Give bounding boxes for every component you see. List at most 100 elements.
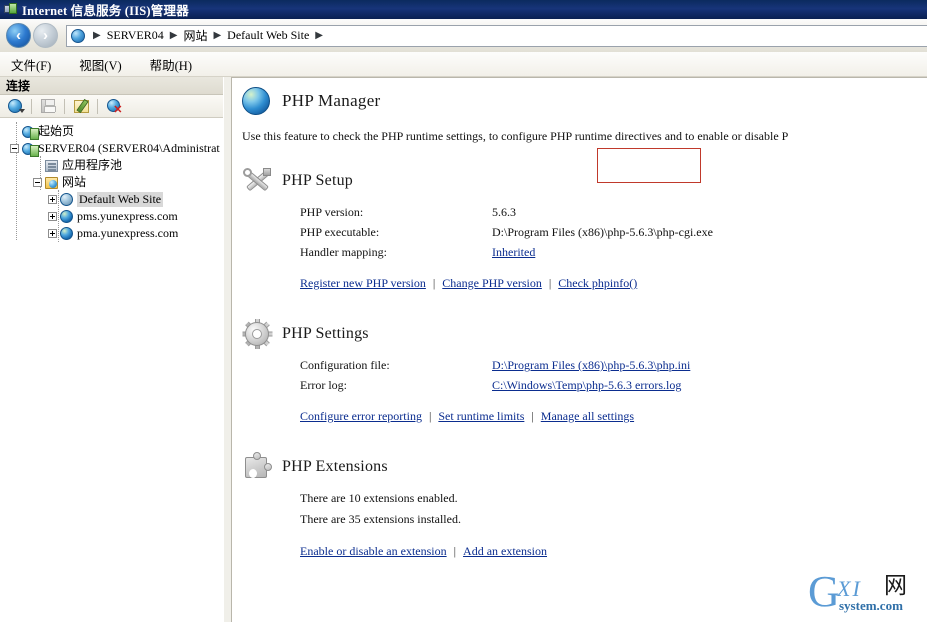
register-new-php-version-link[interactable]: Register new PHP version [300,276,426,291]
title-bar: Internet 信息服务 (IIS)管理器 [0,0,927,19]
expand-pms-site-icon[interactable] [48,212,57,221]
php-manager-panel: PHP Manager Use this feature to check th… [231,77,927,622]
link-divider-3: | [428,409,432,423]
php-settings-rows: Configuration file: D:\Program Files (x8… [300,358,927,398]
extensions-installed-text: There are 35 extensions installed. [300,512,461,526]
window-title: Internet 信息服务 (IIS)管理器 [22,4,189,18]
row-handler-mapping: Handler mapping: Inherited [300,245,927,265]
expand-pma-site-icon[interactable] [48,229,57,238]
tools-icon [242,166,272,196]
check-phpinfo-link[interactable]: Check phpinfo() [558,276,637,291]
connect-to-button[interactable] [5,97,25,116]
link-divider-5: | [453,544,457,558]
menu-view[interactable]: 视图(V) [76,53,124,76]
configuration-file-link[interactable]: D:\Program Files (x86)\php-5.6.3\php.ini [492,358,690,373]
expand-default-web-site-icon[interactable] [48,195,57,204]
php-settings-links: Configure error reporting | Set runtime … [300,409,927,424]
handler-mapping-label: Handler mapping: [300,245,387,259]
collapse-server-icon[interactable] [10,144,19,153]
tree-item-sites-label: 网站 [62,175,87,189]
edit-icon [73,99,89,113]
globe-disconnect-icon: ✕ [106,98,123,115]
feature-description: Use this feature to check the PHP runtim… [242,129,789,143]
php-extensions-header: PHP Extensions [242,452,927,482]
extensions-enabled-text: There are 10 extensions enabled. [300,491,458,505]
breadcrumb-item-default-web-site[interactable]: Default Web Site [227,28,309,43]
php-settings-header: PHP Settings [242,319,927,349]
row-php-version: PHP version: 5.6.3 [300,205,927,225]
php-extensions-links: Enable or disable an extension | Add an … [300,544,927,559]
iis-icon [3,2,18,17]
tree-item-sites[interactable]: 网站 [0,174,223,191]
manage-all-settings-link[interactable]: Manage all settings [541,409,634,424]
link-divider-4: | [531,409,534,423]
php-extensions-section: PHP Extensions There are 10 extensions e… [232,452,927,559]
connections-pane: 连接 ✕ 起始页 SERVER04 (SERVER04\Administrat … [0,77,224,622]
watermark-cn: 网 [884,573,907,598]
watermark-domain: system.com [839,598,903,613]
enable-disable-extension-link[interactable]: Enable or disable an extension [300,544,447,559]
breadcrumb-separator-3: ▶ [315,30,323,41]
php-settings-section: PHP Settings Configuration file: D:\Prog… [232,319,927,424]
tree-item-pma-site[interactable]: pma.yunexpress.com [0,225,223,242]
toolbar-divider-2 [64,98,65,114]
php-settings-title: PHP Settings [282,325,369,342]
back-arrow-icon: ‹ [16,27,21,44]
iis-manager-window: Internet 信息服务 (IIS)管理器 ‹ › ▶ SERVER04 ▶ … [0,0,927,622]
tree-item-server[interactable]: SERVER04 (SERVER04\Administrat [0,140,223,157]
connections-title: 连接 [6,79,31,93]
connections-toolbar: ✕ [0,95,223,118]
tree-item-server-label: SERVER04 (SERVER04\Administrat [38,141,220,155]
php-setup-section: PHP Setup PHP version: 5.6.3 PHP executa… [232,148,927,291]
link-divider-1: | [432,276,436,290]
set-runtime-limits-link[interactable]: Set runtime limits [438,409,524,424]
menu-help[interactable]: 帮助(H) [147,53,195,76]
web-site-icon [60,210,73,223]
web-site-icon [60,227,73,240]
forward-button[interactable]: › [33,23,58,48]
watermark: G XI 网 system.com [808,570,920,616]
php-setup-header: PHP Setup [242,166,927,196]
php-version-label: PHP version: [300,205,364,219]
configure-error-reporting-link[interactable]: Configure error reporting [300,409,422,424]
tree-item-app-pools[interactable]: 应用程序池 [0,157,223,174]
add-an-extension-link[interactable]: Add an extension [463,544,547,559]
feature-header: PHP Manager [232,78,927,115]
menu-file[interactable]: 文件(F) [8,53,54,76]
edit-connection-button[interactable] [71,97,91,116]
configuration-file-label: Configuration file: [300,358,390,372]
back-button[interactable]: ‹ [6,23,31,48]
handler-mapping-link[interactable]: Inherited [492,245,535,260]
php-extensions-title: PHP Extensions [282,458,388,475]
row-error-log: Error log: C:\Windows\Temp\php-5.6.3 err… [300,378,927,398]
tree-item-start-page-label: 起始页 [38,124,75,138]
change-php-version-link[interactable]: Change PHP version [442,276,542,291]
server-icon [22,142,39,157]
breadcrumb-separator-1: ▶ [169,30,178,41]
breadcrumb[interactable]: ▶ SERVER04 ▶ 网站 ▶ Default Web Site ▶ [66,24,927,47]
breadcrumb-item-server[interactable]: SERVER04 [107,28,164,43]
menu-bar: 文件(F) 视图(V) 帮助(H) [0,52,927,77]
row-php-executable: PHP executable: D:\Program Files (x86)\p… [300,225,927,245]
address-bar: ‹ › ▶ SERVER04 ▶ 网站 ▶ Default Web Site ▶ [0,19,927,52]
tree-item-pms-site-label: pms.yunexpress.com [77,209,178,223]
tree-item-default-web-site[interactable]: Default Web Site [0,191,223,208]
forward-arrow-icon: › [43,27,48,44]
collapse-sites-icon[interactable] [33,178,42,187]
sites-folder-icon [45,176,58,189]
tree-item-start-page[interactable]: 起始页 [0,123,223,140]
php-extensions-lines: There are 10 extensions enabled. There a… [300,491,927,533]
tree-item-pms-site[interactable]: pms.yunexpress.com [0,208,223,225]
php-version-value: 5.6.3 [492,205,516,219]
breadcrumb-separator-0: ▶ [93,30,101,41]
error-log-link[interactable]: C:\Windows\Temp\php-5.6.3 errors.log [492,378,681,393]
php-setup-title: PHP Setup [282,172,354,189]
save-connections-button[interactable] [38,97,58,116]
connections-tree: 起始页 SERVER04 (SERVER04\Administrat 应用程序池… [0,118,223,242]
breadcrumb-item-sites[interactable]: 网站 [183,27,207,44]
disconnect-button[interactable]: ✕ [104,97,124,116]
app-pools-icon [45,159,58,172]
globe-icon [71,28,85,43]
error-log-label: Error log: [300,378,347,392]
connections-header: 连接 [0,77,223,95]
